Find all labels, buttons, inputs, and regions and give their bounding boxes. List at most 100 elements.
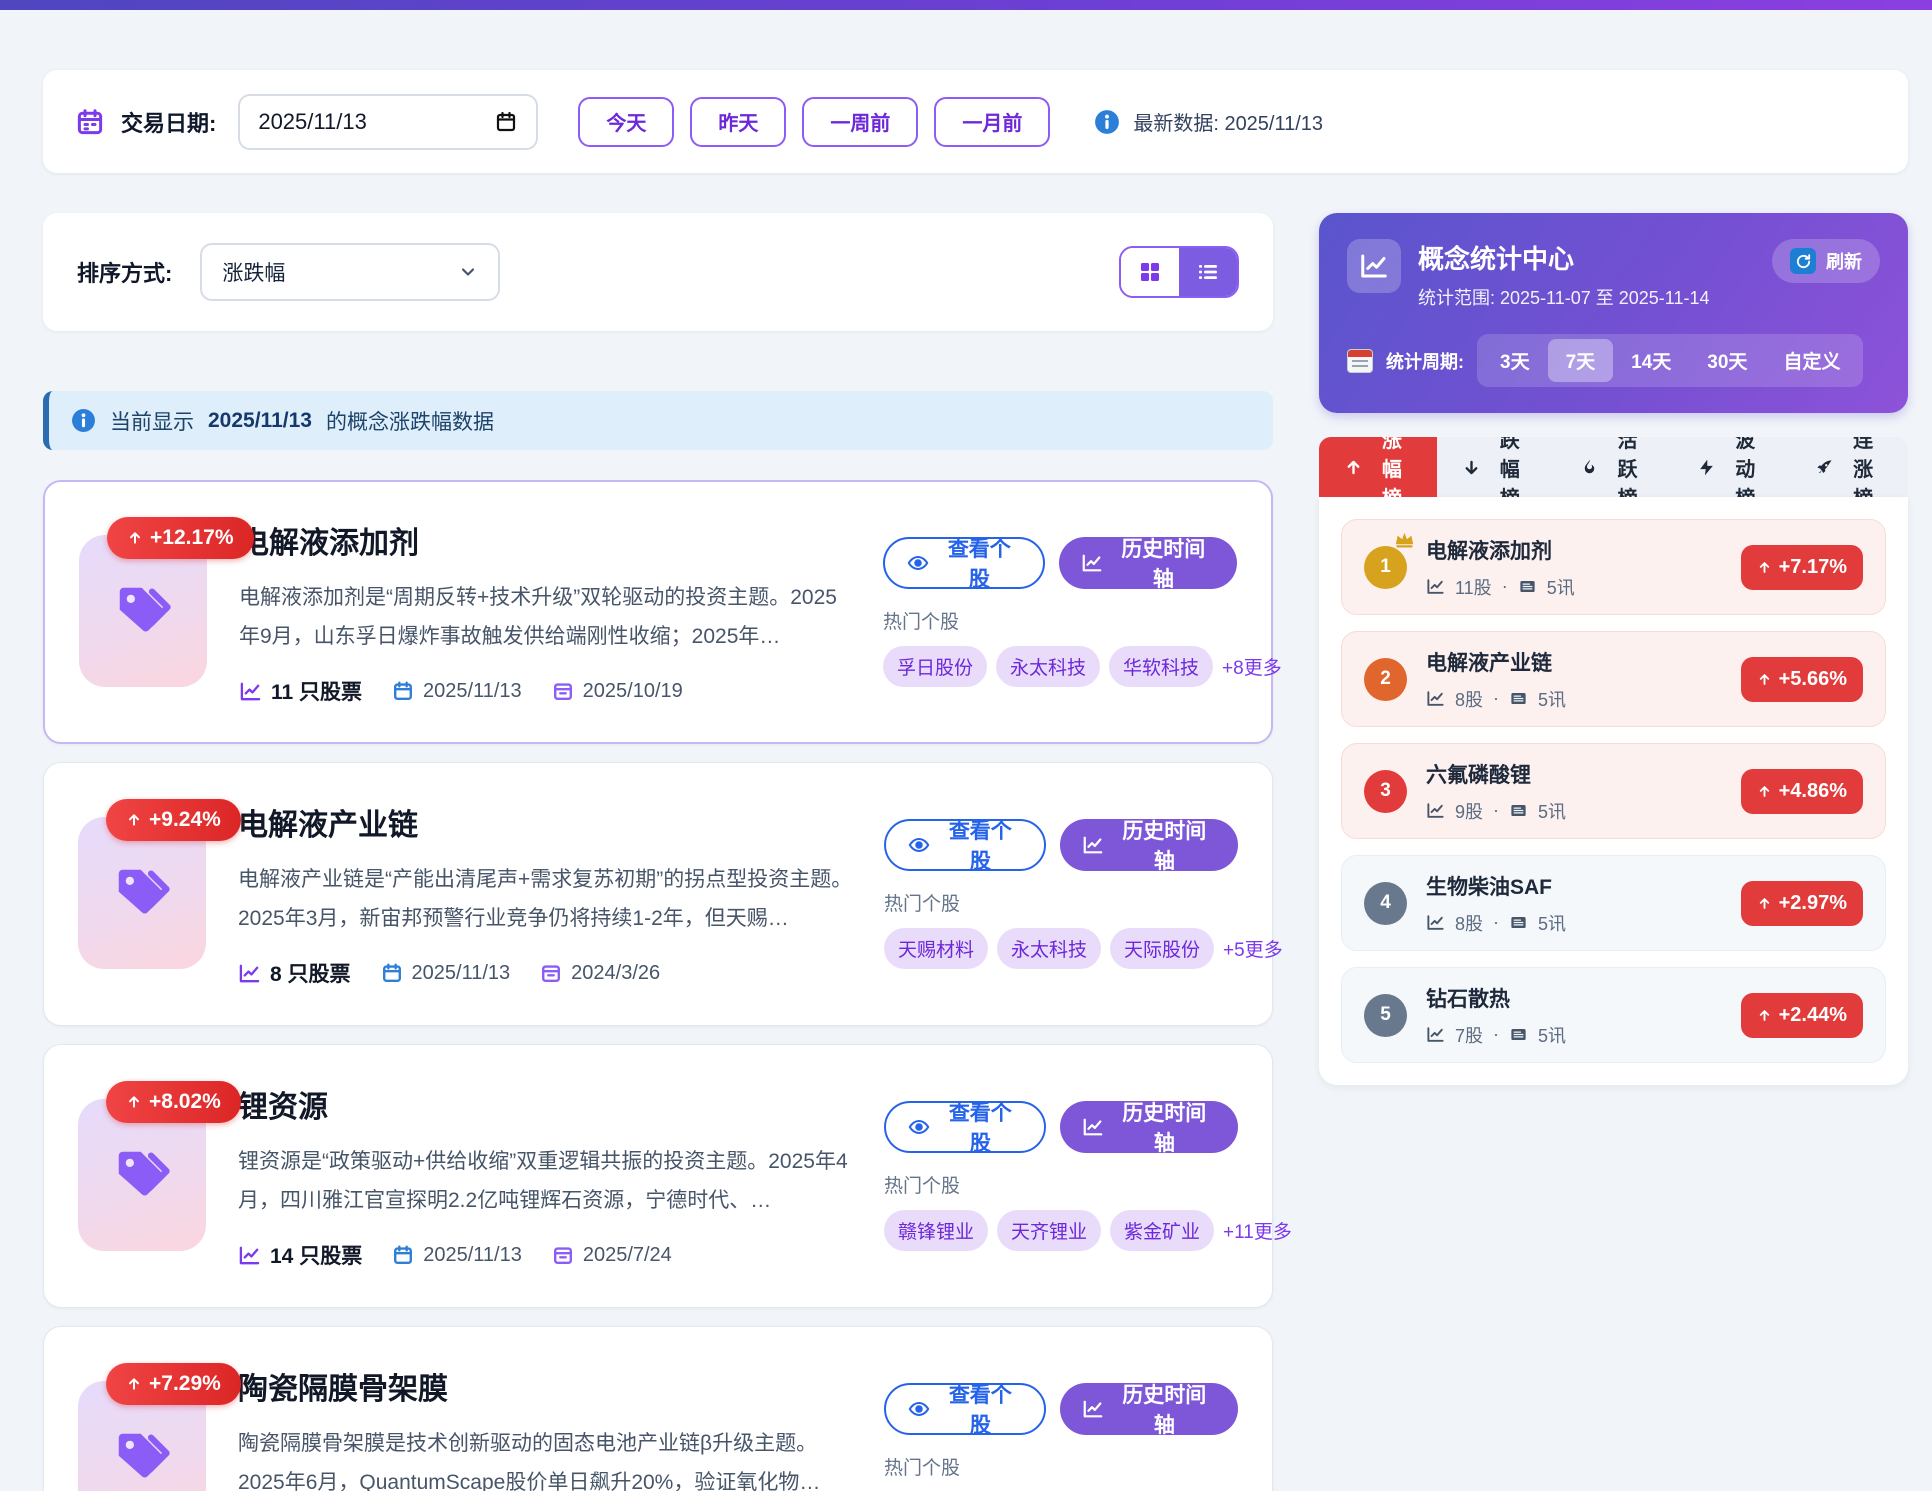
view-stocks-button[interactable]: 查看个股 [884,1101,1046,1153]
concept-title: 锂资源 [238,1082,854,1126]
update-date: 2025/11/13 [412,962,511,985]
rank-meta: 11股 · 5讯 [1426,574,1575,600]
more-stocks-link[interactable]: +5更多 [1223,935,1283,962]
concept-tile: +12.17% [79,517,209,707]
stock-chip[interactable]: 天赐材料 [884,928,988,969]
chart-line-icon [1081,552,1103,574]
view-stocks-button[interactable]: 查看个股 [883,537,1045,589]
sort-select[interactable]: 涨跌幅 [200,243,500,301]
view-stocks-button[interactable]: 查看个股 [884,819,1046,871]
concept-description: 锂资源是“政策驱动+供给收缩”双重逻辑共振的投资主题。2025年4月，四川雅江官… [238,1142,854,1220]
quick-date-month-ago-button[interactable]: 一月前 [934,97,1050,147]
rank-list: 1 电解液添加剂 11股 · 5讯 +7.17% [1319,497,1908,1085]
banner-date: 2025/11/13 [208,409,312,433]
calendar-icon [552,680,574,702]
period-group: 3天 7天 14天 30天 自定义 [1477,334,1863,387]
rank-badge: 2 [1364,658,1407,701]
stock-chip[interactable]: 孚日股份 [883,646,987,687]
rank-item[interactable]: 3 六氟磷酸锂 9股 · 5讯 +4.86% [1341,743,1886,839]
chart-line-icon [1426,1025,1445,1044]
view-stocks-button[interactable]: 查看个股 [884,1383,1046,1435]
stock-chip[interactable]: 永太科技 [997,928,1101,969]
news-icon [1509,801,1528,820]
list-icon [1196,260,1220,284]
quick-date-today-button[interactable]: 今天 [578,97,674,147]
period-3d-button[interactable]: 3天 [1482,339,1548,382]
trade-date-input[interactable]: 2025/11/13 [238,94,538,150]
stats-range: 统计范围: 2025-11-07 至 2025-11-14 [1418,284,1709,310]
banner-prefix: 当前显示 [110,406,194,436]
news-icon [1509,689,1528,708]
stock-chip[interactable]: 华软科技 [1109,646,1213,687]
stock-chip[interactable]: 天齐锂业 [997,1210,1101,1251]
history-timeline-button[interactable]: 历史时间轴 [1060,1101,1238,1153]
latest-data-text: 最新数据: 2025/11/13 [1133,107,1323,136]
rocket-icon [1815,458,1834,477]
stock-count: 11 只股票 [271,676,362,706]
concept-description: 陶瓷隔膜骨架膜是技术创新驱动的固态电池产业链β升级主题。2025年6月，Quan… [238,1424,854,1491]
rank-title: 六氟磷酸锂 [1426,759,1566,789]
period-14d-button[interactable]: 14天 [1613,339,1689,382]
stock-chip[interactable]: 天际股份 [1110,928,1214,969]
concept-tile: +9.24% [78,799,208,989]
rank-item[interactable]: 4 生物柴油SAF 8股 · 5讯 +2.97% [1341,855,1886,951]
period-30d-button[interactable]: 30天 [1689,339,1765,382]
hot-stocks-label: 热门个股 [884,889,1238,916]
update-date: 2025/11/13 [423,680,522,703]
tab-gainers[interactable]: 涨幅榜 [1319,437,1437,497]
tab-streak[interactable]: 连涨榜 [1790,437,1908,497]
grid-view-button[interactable] [1121,248,1179,296]
stock-chip[interactable]: 永太科技 [996,646,1100,687]
panel-title: 概念统计中心 [1418,239,1709,276]
history-timeline-button[interactable]: 历史时间轴 [1060,819,1238,871]
create-date: 2025/10/19 [583,680,683,703]
view-toggle [1119,246,1239,298]
quick-date-yesterday-button[interactable]: 昨天 [690,97,786,147]
top-accent-bar [0,0,1932,10]
hot-stocks-chips: 赣锋锂业 天齐锂业 紫金矿业 +11更多 [884,1210,1238,1251]
concept-stats-panel-header: 概念统计中心 统计范围: 2025-11-07 至 2025-11-14 刷新 … [1319,213,1908,413]
concept-title: 电解液产业链 [238,800,854,844]
change-badge: +9.24% [106,799,241,841]
rank-badge: 3 [1364,770,1407,813]
tab-losers[interactable]: 跌幅榜 [1437,437,1555,497]
rank-badge: 1 [1364,546,1407,589]
chart-line-icon [1426,689,1445,708]
rank-item[interactable]: 1 电解液添加剂 11股 · 5讯 +7.17% [1341,519,1886,615]
list-view-button[interactable] [1179,248,1237,296]
rank-title: 生物柴油SAF [1426,871,1566,901]
hot-stocks-label: 热门个股 [884,1171,1238,1198]
stock-chip[interactable]: 紫金矿业 [1110,1210,1214,1251]
tab-volatility[interactable]: 波动榜 [1672,437,1790,497]
news-icon [1509,913,1528,932]
rank-badge: 4 [1364,882,1407,925]
chart-line-icon [1082,1116,1104,1138]
chart-line-icon [1082,834,1104,856]
chart-line-icon [1426,913,1445,932]
hot-stocks-label: 热门个股 [884,1453,1238,1480]
period-7d-button[interactable]: 7天 [1548,339,1614,382]
arrow-up-icon [126,1376,142,1392]
rank-item[interactable]: 5 钻石散热 7股 · 5讯 +2.44% [1341,967,1886,1063]
period-custom-button[interactable]: 自定义 [1765,339,1858,382]
concept-title: 陶瓷隔膜骨架膜 [238,1364,854,1408]
history-timeline-button[interactable]: 历史时间轴 [1059,537,1237,589]
rank-item[interactable]: 2 电解液产业链 8股 · 5讯 +5.66% [1341,631,1886,727]
chevron-down-icon [458,262,478,282]
flame-icon [1580,458,1599,477]
tab-active[interactable]: 活跃榜 [1555,437,1673,497]
more-stocks-link[interactable]: +11更多 [1223,1217,1292,1244]
arrow-up-icon [126,1094,142,1110]
eye-icon [908,1116,930,1138]
more-stocks-link[interactable]: +8更多 [1222,653,1282,680]
chart-line-icon [1082,1398,1104,1420]
history-timeline-button[interactable]: 历史时间轴 [1060,1383,1238,1435]
stock-chip[interactable]: 赣锋锂业 [884,1210,988,1251]
trade-date-toolbar: 交易日期: 2025/11/13 今天 昨天 一周前 一月前 最新数据: 202… [43,70,1908,173]
rank-meta: 8股 · 5讯 [1426,686,1566,712]
create-date: 2024/3/26 [571,962,660,985]
quick-date-week-ago-button[interactable]: 一周前 [802,97,918,147]
eye-icon [908,834,930,856]
trade-date-value: 2025/11/13 [258,109,366,135]
refresh-button[interactable]: 刷新 [1772,239,1880,283]
